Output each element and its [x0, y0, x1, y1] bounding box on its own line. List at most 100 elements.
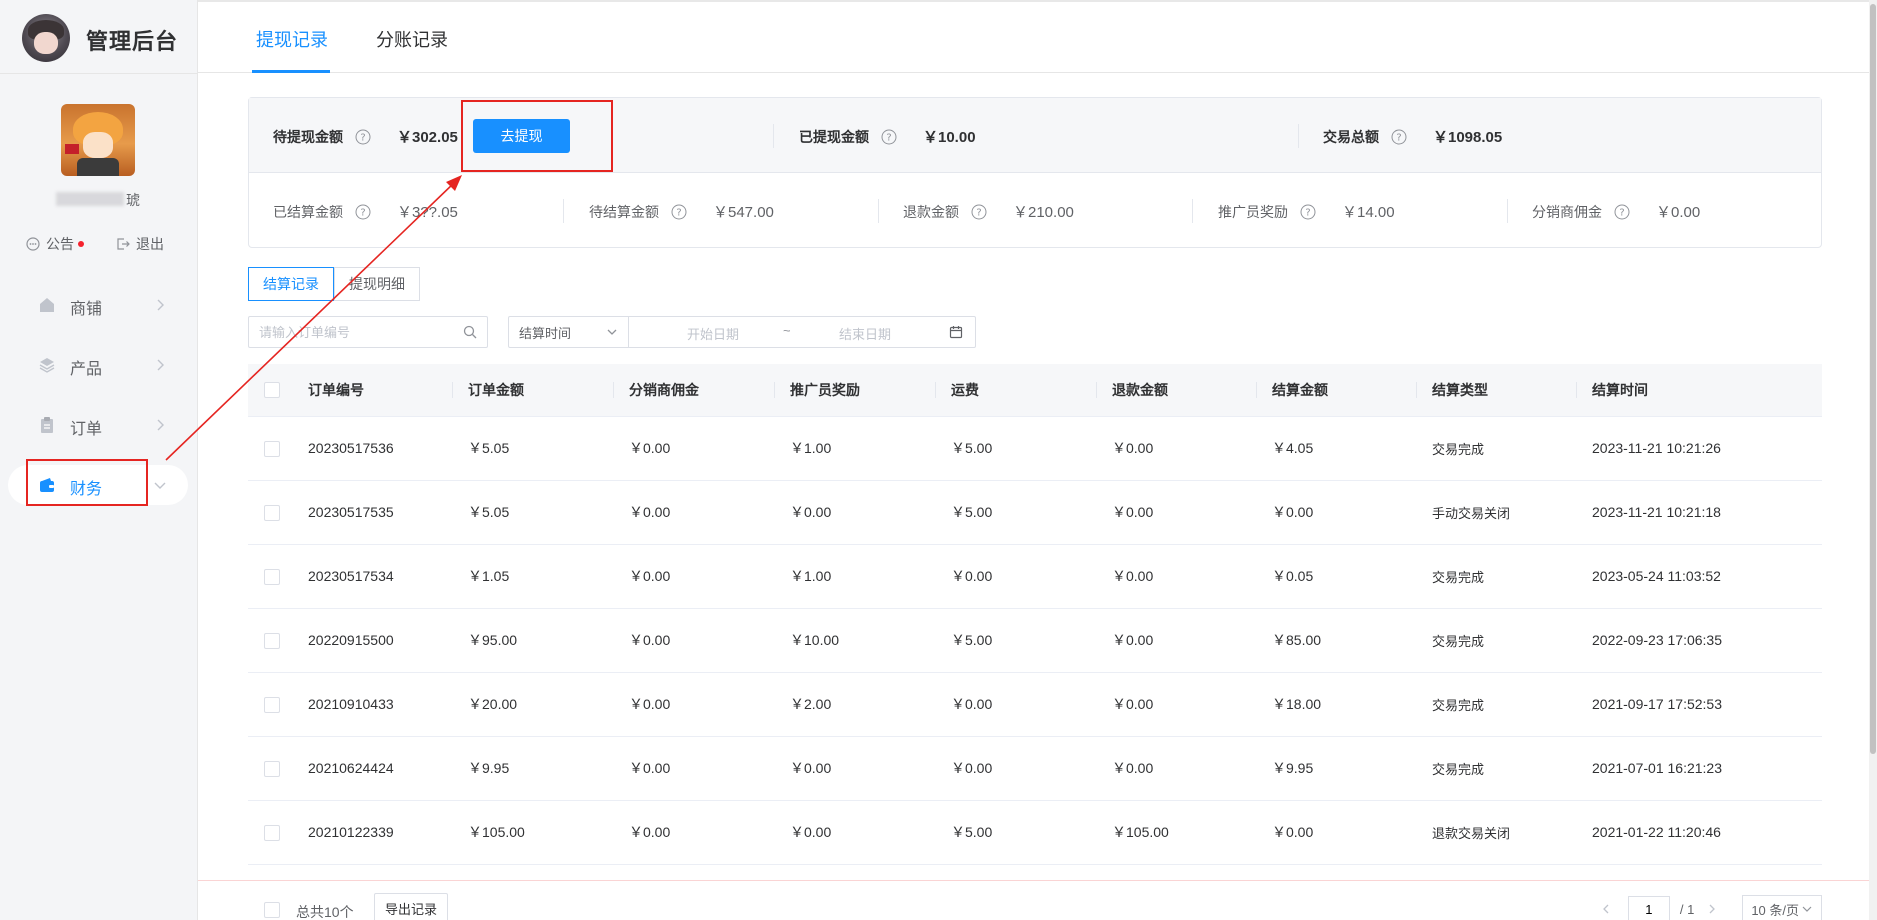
- help-icon[interactable]: ?: [671, 204, 687, 220]
- refund-cell: ￥0.00: [1096, 608, 1256, 673]
- settle-time-cell: 2023-05-24 11:03:52: [1576, 544, 1822, 609]
- calendar-icon[interactable]: [949, 325, 963, 339]
- settle-type-cell: 交易完成: [1416, 672, 1576, 737]
- order-amount-cell: ￥95.00: [452, 608, 613, 673]
- column-separator: [774, 382, 775, 398]
- settle-amount-cell: ￥9.95: [1256, 736, 1416, 801]
- footer-select-all-checkbox[interactable]: [264, 902, 280, 918]
- finance-summary: 待提现金额 ? ￥302.05 去提现 已提现金额 ? ￥10.00 交易总额 …: [248, 97, 1822, 248]
- withdraw-button[interactable]: 去提现: [473, 119, 570, 153]
- end-date-input[interactable]: 结束日期: [839, 324, 891, 343]
- help-icon[interactable]: ?: [1391, 129, 1407, 145]
- column-header-label: 运费: [951, 381, 979, 398]
- date-range-filter: 结算时间 开始日期 ~ 结束日期: [508, 316, 976, 348]
- help-icon[interactable]: ?: [1300, 204, 1316, 220]
- chevron-right-icon: [157, 419, 164, 431]
- settle-records-button[interactable]: 结算记录: [248, 267, 334, 301]
- order-amount-cell: ￥5.05: [452, 416, 613, 481]
- next-page-button[interactable]: [1700, 904, 1724, 914]
- row-checkbox[interactable]: [264, 440, 280, 457]
- row-checkbox[interactable]: [264, 504, 280, 521]
- column-separator: [1416, 382, 1417, 398]
- select-all-checkbox[interactable]: [264, 382, 280, 399]
- notice-link[interactable]: 公告: [26, 234, 84, 254]
- order-no-cell: 20230517535: [292, 480, 452, 545]
- row-checkbox[interactable]: [264, 568, 280, 585]
- withdraw-details-button[interactable]: 提现明细: [334, 267, 420, 301]
- freight-cell: ￥5.00: [935, 800, 1096, 865]
- divider: [773, 124, 774, 148]
- row-checkbox[interactable]: [264, 824, 280, 841]
- admin-avatar[interactable]: [22, 14, 70, 62]
- sidebar-item-product[interactable]: 产品: [8, 345, 188, 385]
- order-search-input[interactable]: [249, 317, 449, 347]
- sidebar-item-shop[interactable]: 商铺: [8, 285, 188, 325]
- svg-text:?: ?: [976, 207, 981, 218]
- sidebar-item-order[interactable]: 订单: [8, 405, 188, 445]
- top-tabs: 提现记录 分账记录: [198, 0, 1877, 73]
- divider: [1507, 199, 1508, 223]
- date-type-select[interactable]: 结算时间: [509, 317, 629, 347]
- table-row: 20230517534 ￥1.05 ￥0.00 ￥1.00 ￥0.00 ￥0.0…: [248, 544, 1822, 609]
- stat-value: ￥547.00: [713, 204, 774, 221]
- row-checkbox[interactable]: [264, 760, 280, 777]
- stat-label: 待提现金额: [273, 128, 343, 145]
- page-number-input[interactable]: [1627, 896, 1670, 920]
- page-size-select[interactable]: 10 条/页: [1742, 895, 1822, 920]
- avatar-face: [34, 32, 58, 54]
- order-amount-cell: ￥105.00: [452, 800, 613, 865]
- settle-type-cell: 交易完成: [1416, 544, 1576, 609]
- row-checkbox[interactable]: [264, 696, 280, 713]
- shop-name-redacted: [56, 192, 124, 206]
- pagination: / 1 10 条/页: [1594, 894, 1822, 920]
- row-select-cell: [248, 416, 292, 481]
- settle-amount-cell: ￥0.05: [1256, 544, 1416, 609]
- page-scrollbar[interactable]: [1869, 0, 1877, 920]
- order-amount-cell: ￥1.05: [452, 544, 613, 609]
- refund-cell: ￥0.00: [1096, 480, 1256, 545]
- date-separator: ~: [783, 323, 791, 338]
- reward-cell: ￥10.00: [774, 608, 935, 673]
- commission-cell: ￥0.00: [613, 672, 774, 737]
- column-header: 退款金额: [1096, 364, 1256, 417]
- row-select-cell: [248, 608, 292, 673]
- export-button[interactable]: 导出记录: [374, 893, 449, 920]
- help-icon[interactable]: ?: [355, 129, 371, 145]
- row-checkbox[interactable]: [264, 632, 280, 649]
- sidebar-item-finance[interactable]: 财务: [8, 465, 188, 505]
- order-no-cell: 20230517536: [292, 416, 452, 481]
- sidebar-item-label: 商铺: [70, 301, 103, 318]
- date-type-value: 结算时间: [519, 325, 572, 341]
- stat-label: 推广员奖励: [1218, 203, 1288, 220]
- total-trade-stat: 交易总额 ? ￥1098.05: [1323, 126, 1502, 147]
- help-icon[interactable]: ?: [1614, 204, 1630, 220]
- freight-cell: ￥0.00: [935, 672, 1096, 737]
- column-header: 运费: [935, 364, 1096, 417]
- row-select-cell: [248, 736, 292, 801]
- refund-cell: ￥0.00: [1096, 736, 1256, 801]
- tab-withdraw-records[interactable]: 提现记录: [256, 26, 328, 52]
- divider: [878, 199, 879, 223]
- search-icon[interactable]: [463, 325, 477, 339]
- prev-page-button[interactable]: [1594, 904, 1618, 914]
- settle-type-cell: 交易完成: [1416, 416, 1576, 481]
- scrollbar-thumb[interactable]: [1870, 4, 1876, 754]
- tab-split-records[interactable]: 分账记录: [376, 26, 448, 52]
- stat-label: 交易总额: [1323, 128, 1379, 145]
- refund-cell: ￥105.00: [1096, 800, 1256, 865]
- column-separator: [1256, 382, 1257, 398]
- start-date-input[interactable]: 开始日期: [687, 324, 739, 343]
- help-icon[interactable]: ?: [971, 204, 987, 220]
- settle-amount-cell: ￥4.05: [1256, 416, 1416, 481]
- sidebar-item-label: 财务: [70, 481, 103, 498]
- column-header-label: 结算类型: [1432, 381, 1488, 398]
- freight-cell: ￥5.00: [935, 608, 1096, 673]
- refund-cell: ￥0.00: [1096, 416, 1256, 481]
- column-separator: [452, 382, 453, 398]
- help-icon[interactable]: ?: [881, 129, 897, 145]
- commission-cell: ￥0.00: [613, 736, 774, 801]
- help-icon[interactable]: ?: [355, 204, 371, 220]
- settle-time-cell: 2021-01-22 11:20:46: [1576, 800, 1822, 865]
- logout-link[interactable]: 退出: [116, 234, 164, 254]
- row-select-cell: [248, 800, 292, 865]
